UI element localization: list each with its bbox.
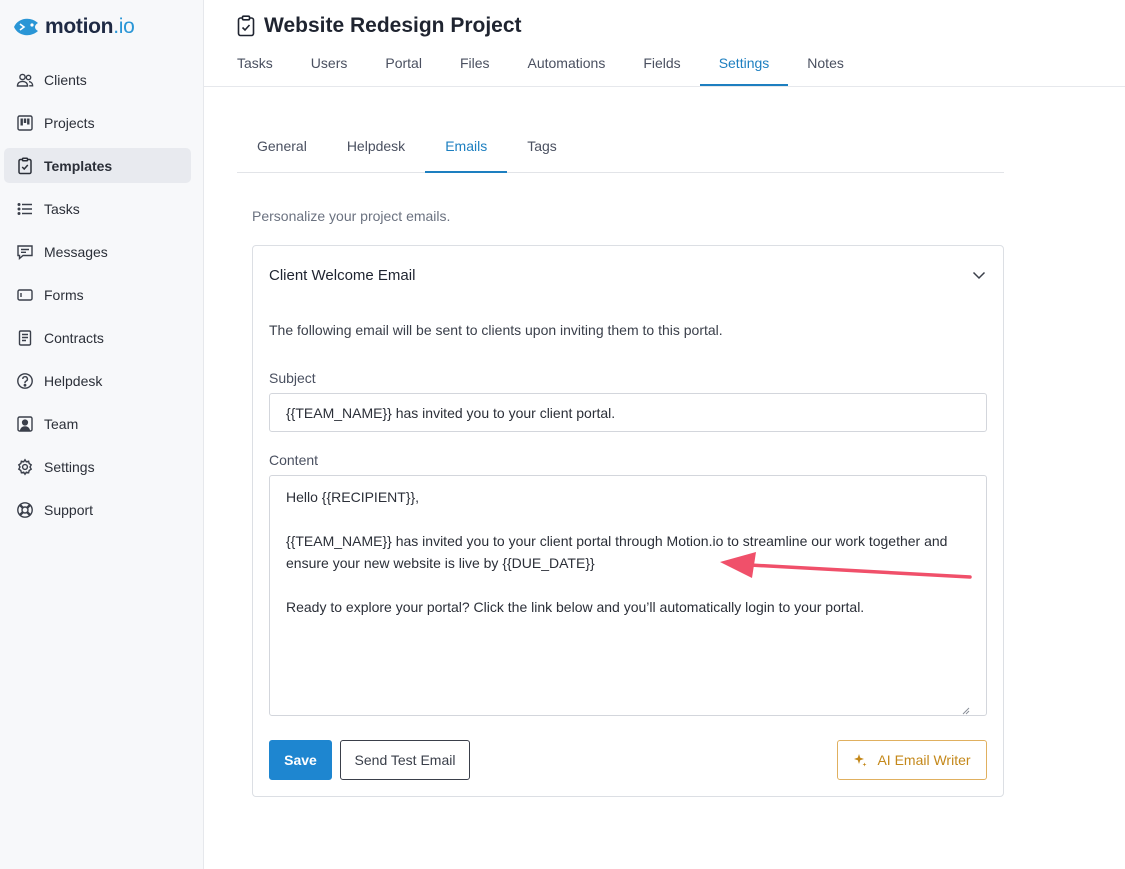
sidebar-item-label: Templates xyxy=(44,157,113,174)
sidebar-item-label: Tasks xyxy=(44,200,80,217)
tab-automations[interactable]: Automations xyxy=(509,44,625,87)
sidebar-item-label: Contracts xyxy=(44,329,104,346)
tab-tasks[interactable]: Tasks xyxy=(218,44,292,87)
save-button[interactable]: Save xyxy=(269,740,332,780)
team-badge-icon xyxy=(16,415,34,433)
resize-grip-icon[interactable] xyxy=(962,707,970,715)
tab-files[interactable]: Files xyxy=(441,44,509,87)
chevron-down-icon[interactable] xyxy=(971,267,987,283)
ai-email-writer-label: AI Email Writer xyxy=(877,752,971,768)
settings-tabs: General Helpdesk Emails Tags xyxy=(237,124,1004,173)
tab-fields[interactable]: Fields xyxy=(624,44,699,87)
tab-users[interactable]: Users xyxy=(292,44,367,87)
sidebar-item-label: Projects xyxy=(44,114,95,131)
subtab-general[interactable]: General xyxy=(237,124,327,172)
send-test-email-button[interactable]: Send Test Email xyxy=(340,740,470,780)
email-description: The following email will be sent to clie… xyxy=(269,322,723,338)
subject-input[interactable] xyxy=(269,393,987,432)
sidebar-item-label: Forms xyxy=(44,286,84,303)
sidebar-item-forms[interactable]: Forms xyxy=(4,277,191,312)
sidebar-item-contracts[interactable]: Contracts xyxy=(4,320,191,355)
sidebar: motion.io Clients Projects Templates Tas… xyxy=(0,0,204,869)
sidebar-item-templates[interactable]: Templates xyxy=(4,148,191,183)
brand-name: motion.io xyxy=(45,15,135,38)
document-icon xyxy=(16,329,34,347)
sidebar-nav: Clients Projects Templates Tasks Message… xyxy=(4,62,191,535)
sidebar-item-label: Messages xyxy=(44,243,108,260)
form-icon xyxy=(16,286,34,304)
project-title-text: Website Redesign Project xyxy=(264,14,522,37)
sidebar-item-label: Helpdesk xyxy=(44,372,103,389)
tab-settings[interactable]: Settings xyxy=(699,44,789,87)
lifebuoy-icon xyxy=(16,501,34,519)
gear-icon xyxy=(16,458,34,476)
clipboard-check-icon xyxy=(237,15,255,37)
email-template-title: Client Welcome Email xyxy=(269,267,416,284)
ai-email-writer-button[interactable]: AI Email Writer xyxy=(837,740,987,780)
sidebar-item-settings[interactable]: Settings xyxy=(4,449,191,484)
brand-logo[interactable]: motion.io xyxy=(12,14,135,40)
annotation-arrow-icon xyxy=(720,552,972,579)
emails-intro-text: Personalize your project emails. xyxy=(252,208,451,224)
project-title: Website Redesign Project xyxy=(236,14,522,38)
project-tabs: Tasks Users Portal Files Automations Fie… xyxy=(218,44,863,87)
sidebar-item-label: Settings xyxy=(44,458,95,475)
question-circle-icon xyxy=(16,372,34,390)
sidebar-item-label: Support xyxy=(44,501,94,518)
tab-portal[interactable]: Portal xyxy=(366,44,441,87)
sidebar-item-clients[interactable]: Clients xyxy=(4,62,191,97)
sidebar-item-label: Clients xyxy=(44,71,87,88)
sidebar-item-messages[interactable]: Messages xyxy=(4,234,191,269)
content-textarea[interactable]: Hello {{RECIPIENT}}, {{TEAM_NAME}} has i… xyxy=(269,475,987,716)
sidebar-item-helpdesk[interactable]: Helpdesk xyxy=(4,363,191,398)
email-template-card: Client Welcome Email The following email… xyxy=(252,245,1004,797)
clipboard-check-icon xyxy=(16,156,34,175)
subject-label: Subject xyxy=(269,370,316,386)
subtab-helpdesk[interactable]: Helpdesk xyxy=(327,124,425,172)
tab-notes[interactable]: Notes xyxy=(788,44,863,87)
sidebar-item-support[interactable]: Support xyxy=(4,492,191,527)
fish-logo-icon xyxy=(14,18,38,36)
sidebar-item-tasks[interactable]: Tasks xyxy=(4,191,191,226)
sparkle-icon xyxy=(854,754,867,767)
subtab-tags[interactable]: Tags xyxy=(507,124,577,172)
message-icon xyxy=(16,243,34,261)
content-label: Content xyxy=(269,452,319,468)
kanban-icon xyxy=(16,114,34,132)
list-icon xyxy=(16,200,34,218)
sidebar-item-team[interactable]: Team xyxy=(4,406,191,441)
subtab-emails[interactable]: Emails xyxy=(425,124,508,173)
project-header: Website Redesign Project Tasks Users Por… xyxy=(204,0,1125,87)
users-icon xyxy=(16,71,34,89)
sidebar-item-label: Team xyxy=(44,415,79,432)
sidebar-item-projects[interactable]: Projects xyxy=(4,105,191,140)
